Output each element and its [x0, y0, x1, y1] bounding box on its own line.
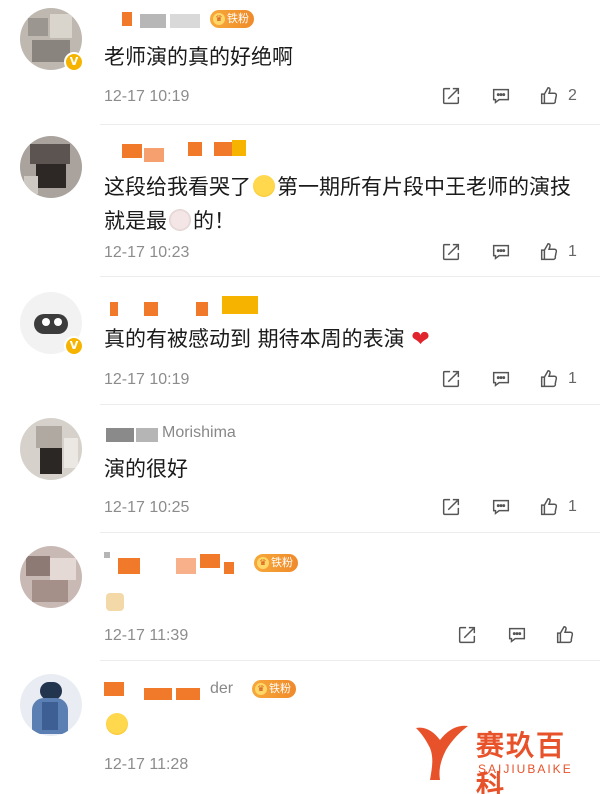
- like-count: 2: [568, 87, 577, 104]
- crown-icon: ♛: [255, 683, 267, 695]
- comment-icon[interactable]: [490, 368, 512, 390]
- whale-tail-icon: [416, 725, 468, 780]
- timestamp: 12-17 10:19: [104, 371, 190, 388]
- timestamp: 12-17 10:19: [104, 88, 190, 105]
- hand-emoji-icon: [106, 593, 124, 611]
- verified-badge-icon: V: [64, 336, 84, 356]
- username[interactable]: der ♛ 铁粉: [104, 680, 304, 702]
- comment-actions: 1: [440, 241, 600, 265]
- comment-actions: [456, 624, 596, 648]
- share-icon[interactable]: [440, 241, 462, 263]
- crown-icon: ♛: [213, 13, 225, 25]
- comment-text: [104, 584, 574, 618]
- cow-emoji-icon: [169, 209, 191, 231]
- avatar[interactable]: [20, 418, 82, 480]
- comment-actions: 1: [440, 496, 600, 520]
- comment-text: 演的很好: [104, 457, 188, 481]
- username-text: der: [210, 680, 234, 697]
- thumbs-up-icon[interactable]: [538, 241, 560, 263]
- comment-icon[interactable]: [506, 624, 528, 646]
- fan-badge: ♛ 铁粉: [210, 10, 254, 28]
- thumbs-up-icon[interactable]: [554, 624, 576, 646]
- heart-icon: ❤: [411, 327, 430, 352]
- like-count: 1: [568, 498, 577, 515]
- crying-emoji-icon: [253, 175, 275, 197]
- comment-actions: 1: [440, 368, 600, 392]
- avatar[interactable]: [20, 136, 82, 198]
- username[interactable]: [104, 296, 274, 318]
- watermark-subtitle: SAIJIUBAIKE: [478, 762, 573, 776]
- watermark-logo: 赛玖百科 SAIJIUBAIKE: [412, 718, 592, 794]
- avatar[interactable]: [20, 674, 82, 736]
- timestamp: 12-17 11:28: [104, 756, 189, 773]
- avatar[interactable]: [20, 546, 82, 608]
- divider: [100, 660, 600, 661]
- comment-icon[interactable]: [490, 85, 512, 107]
- thumbs-up-icon[interactable]: [538, 85, 560, 107]
- username-text: Morishima: [162, 424, 236, 441]
- fan-badge: ♛ 铁粉: [254, 554, 298, 572]
- share-icon[interactable]: [456, 624, 478, 646]
- like-count: 1: [568, 243, 577, 260]
- comment-actions: 2: [440, 85, 600, 109]
- share-icon[interactable]: [440, 496, 462, 518]
- verified-badge-icon: V: [64, 52, 84, 72]
- comment-text: 这段给我看哭了 第一期所有片段中王老师的演技就是最 的！: [104, 175, 571, 233]
- timestamp: 12-17 10:25: [104, 499, 190, 516]
- fan-badge: ♛ 铁粉: [252, 680, 296, 698]
- thumbs-up-icon[interactable]: [538, 368, 560, 390]
- like-count: 1: [568, 370, 577, 387]
- comment-text: 真的有被感动到 期待本周的表演 ❤: [104, 327, 430, 352]
- divider: [100, 276, 600, 277]
- fan-badge-label: 铁粉: [269, 682, 291, 695]
- crown-icon: ♛: [257, 557, 269, 569]
- share-icon[interactable]: [440, 368, 462, 390]
- divider: [100, 124, 600, 125]
- divider: [100, 532, 600, 533]
- divider: [100, 404, 600, 405]
- watermark-title: 赛玖百科: [476, 729, 567, 794]
- username[interactable]: ♛ 铁粉: [104, 552, 324, 574]
- comment-text: 老师演的真的好绝啊: [104, 45, 293, 69]
- share-icon[interactable]: [440, 85, 462, 107]
- comment-icon[interactable]: [490, 496, 512, 518]
- fan-badge-label: 铁粉: [271, 556, 293, 569]
- username[interactable]: Morishima: [104, 424, 284, 446]
- comment-icon[interactable]: [490, 241, 512, 263]
- username[interactable]: [104, 140, 264, 162]
- fan-badge-label: 铁粉: [227, 12, 249, 25]
- timestamp: 12-17 11:39: [104, 627, 189, 644]
- username[interactable]: ♛ 铁粉: [104, 10, 304, 32]
- timestamp: 12-17 10:23: [104, 244, 190, 261]
- laughing-crying-emoji-icon: [106, 713, 128, 735]
- thumbs-up-icon[interactable]: [538, 496, 560, 518]
